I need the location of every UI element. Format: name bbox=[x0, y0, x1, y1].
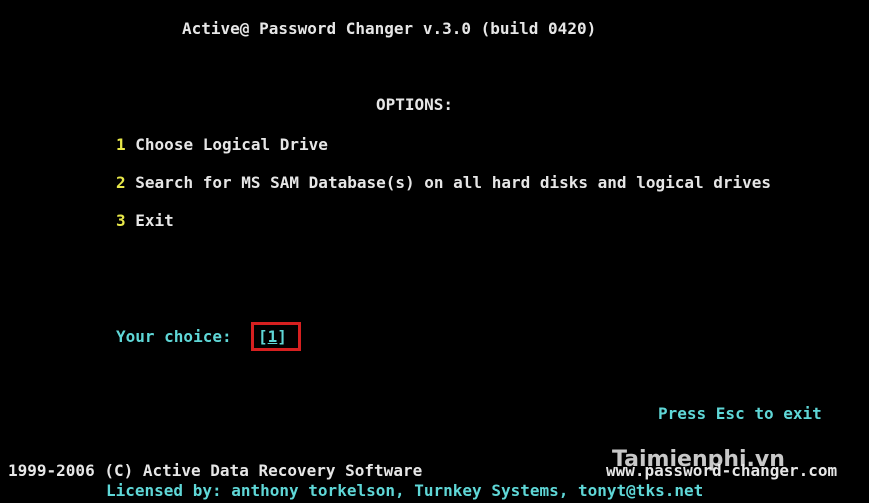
menu-item-number: 3 bbox=[116, 211, 126, 230]
menu-item-label: Exit bbox=[135, 211, 174, 230]
footer-copyright: 1999-2006 (C) Active Data Recovery Softw… bbox=[8, 461, 423, 480]
app-title: Active@ Password Changer v.3.0 (build 04… bbox=[182, 19, 597, 38]
choice-open-bracket: [ bbox=[258, 327, 268, 346]
choice-input[interactable]: [1] bbox=[258, 327, 287, 347]
watermark-logo: Taimienphi.vn bbox=[612, 447, 785, 472]
menu-item-label: Choose Logical Drive bbox=[135, 135, 328, 154]
choice-close-bracket: ] bbox=[277, 327, 287, 346]
menu-item-number: 1 bbox=[116, 135, 126, 154]
exit-hint: Press Esc to exit bbox=[658, 404, 822, 423]
menu-item-exit[interactable]: 3 Exit bbox=[116, 211, 174, 231]
footer-license: Licensed by: anthony torkelson, Turnkey … bbox=[106, 481, 704, 500]
choice-value: 1 bbox=[267, 327, 278, 346]
options-heading: OPTIONS: bbox=[376, 95, 454, 114]
menu-item-number: 2 bbox=[116, 173, 126, 192]
menu-item-search-sam-database[interactable]: 2 Search for MS SAM Database(s) on all h… bbox=[116, 173, 771, 193]
dos-screen: Active@ Password Changer v.3.0 (build 04… bbox=[0, 0, 869, 503]
choice-prompt-label: Your choice: bbox=[116, 327, 232, 346]
menu-item-choose-logical-drive[interactable]: 1 Choose Logical Drive bbox=[116, 135, 328, 155]
menu-item-label: Search for MS SAM Database(s) on all har… bbox=[135, 173, 772, 192]
